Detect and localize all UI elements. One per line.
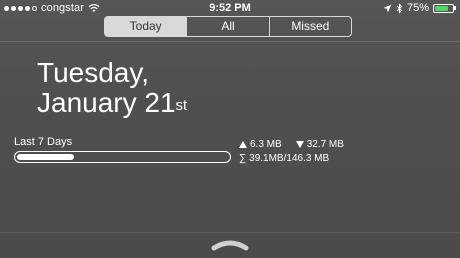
notification-segmented-control: Today All Missed — [104, 16, 352, 37]
footer-divider — [0, 232, 460, 233]
download-value: 32.7 MB — [306, 138, 344, 150]
data-usage-progress-fill — [17, 154, 74, 160]
data-usage-stats: 6.3 MB 32.7 MB ∑ 39.1MB/146.3 MB — [239, 137, 344, 164]
header-divider — [0, 41, 460, 42]
sum-symbol: ∑ — [239, 153, 247, 164]
transfer-row: 6.3 MB 32.7 MB — [239, 137, 344, 151]
upload-stat: 6.3 MB — [239, 139, 282, 150]
battery-percent: 75% — [406, 2, 429, 14]
date-day: January 21st — [37, 88, 187, 118]
total-row: ∑ 39.1MB/146.3 MB — [239, 153, 344, 164]
upload-arrow-icon — [239, 140, 247, 148]
battery-tip — [454, 6, 456, 10]
usage-period-label: Last 7 Days — [14, 136, 73, 148]
battery-icon — [433, 3, 456, 13]
download-stat: 32.7 MB — [295, 138, 344, 150]
today-date: Tuesday, January 21st — [37, 58, 187, 118]
date-weekday: Tuesday, — [37, 57, 150, 88]
status-right: 75% — [383, 2, 456, 14]
battery-fill — [435, 5, 448, 11]
battery-body — [433, 3, 454, 13]
data-usage-progress-bar — [14, 151, 231, 163]
bluetooth-icon — [396, 2, 403, 14]
tab-today[interactable]: Today — [105, 17, 188, 36]
tab-missed[interactable]: Missed — [270, 17, 351, 36]
location-arrow-icon — [383, 4, 392, 12]
total-value: 39.1MB/146.3 MB — [249, 153, 330, 164]
date-month-day: January 21 — [37, 87, 176, 118]
tab-all[interactable]: All — [187, 17, 270, 36]
download-arrow-icon — [295, 140, 304, 148]
status-bar: congstar 9:52 PM 75% — [0, 0, 460, 16]
date-suffix: st — [175, 97, 188, 114]
grabber-chevron-icon[interactable] — [211, 238, 249, 252]
upload-value: 6.3 MB — [250, 138, 282, 150]
